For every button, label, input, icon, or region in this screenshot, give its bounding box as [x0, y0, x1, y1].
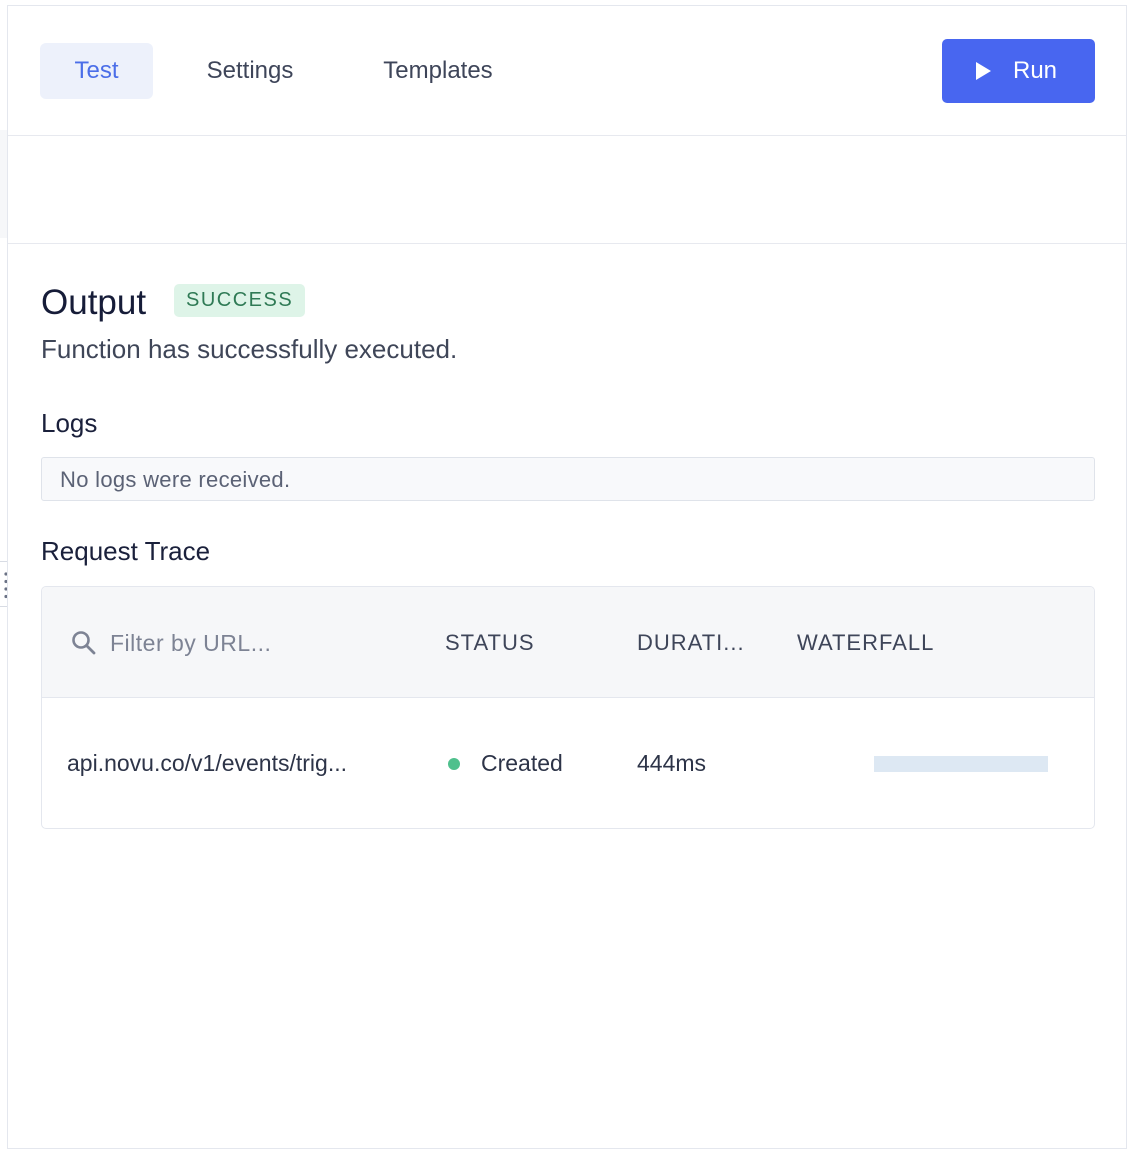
tab-settings[interactable]: Settings — [186, 43, 314, 99]
request-trace-title: Request Trace — [41, 536, 211, 566]
empty-band — [8, 136, 1126, 244]
row-duration: 444ms — [637, 750, 707, 776]
column-header-status[interactable]: STATUS — [445, 630, 535, 656]
table-row[interactable]: api.novu.co/v1/events/trig... Created 44… — [42, 698, 1094, 828]
row-status: Created — [481, 750, 563, 776]
function-panel: Test Settings Templates Run Output SUCCE… — [7, 5, 1127, 1149]
waterfall-track — [874, 756, 1048, 772]
output-description: Function has successfully executed. — [41, 334, 458, 364]
status-badge: SUCCESS — [174, 284, 306, 317]
output-title: Output — [41, 283, 147, 322]
column-header-waterfall[interactable]: WATERFALL — [797, 630, 934, 656]
url-filter-input[interactable] — [110, 625, 340, 661]
request-trace-table: STATUS DURATI... WATERFALL api.novu.co/v… — [41, 586, 1095, 829]
status-dot-icon — [448, 758, 460, 770]
tab-templates[interactable]: Templates — [360, 43, 516, 99]
logs-title: Logs — [41, 408, 98, 438]
toolbar: Test Settings Templates Run — [8, 6, 1126, 136]
run-button-label: Run — [1012, 57, 1058, 84]
row-url: api.novu.co/v1/events/trig... — [67, 750, 347, 776]
search-icon — [72, 631, 96, 655]
waterfall-bar — [874, 756, 1048, 772]
run-button[interactable]: Run — [942, 39, 1095, 103]
table-header: STATUS DURATI... WATERFALL — [42, 587, 1094, 698]
left-strip — [0, 130, 7, 238]
play-icon — [975, 62, 991, 80]
logs-box: No logs were received. — [41, 457, 1095, 501]
tab-test[interactable]: Test — [40, 43, 153, 99]
column-header-duration[interactable]: DURATI... — [637, 630, 745, 656]
